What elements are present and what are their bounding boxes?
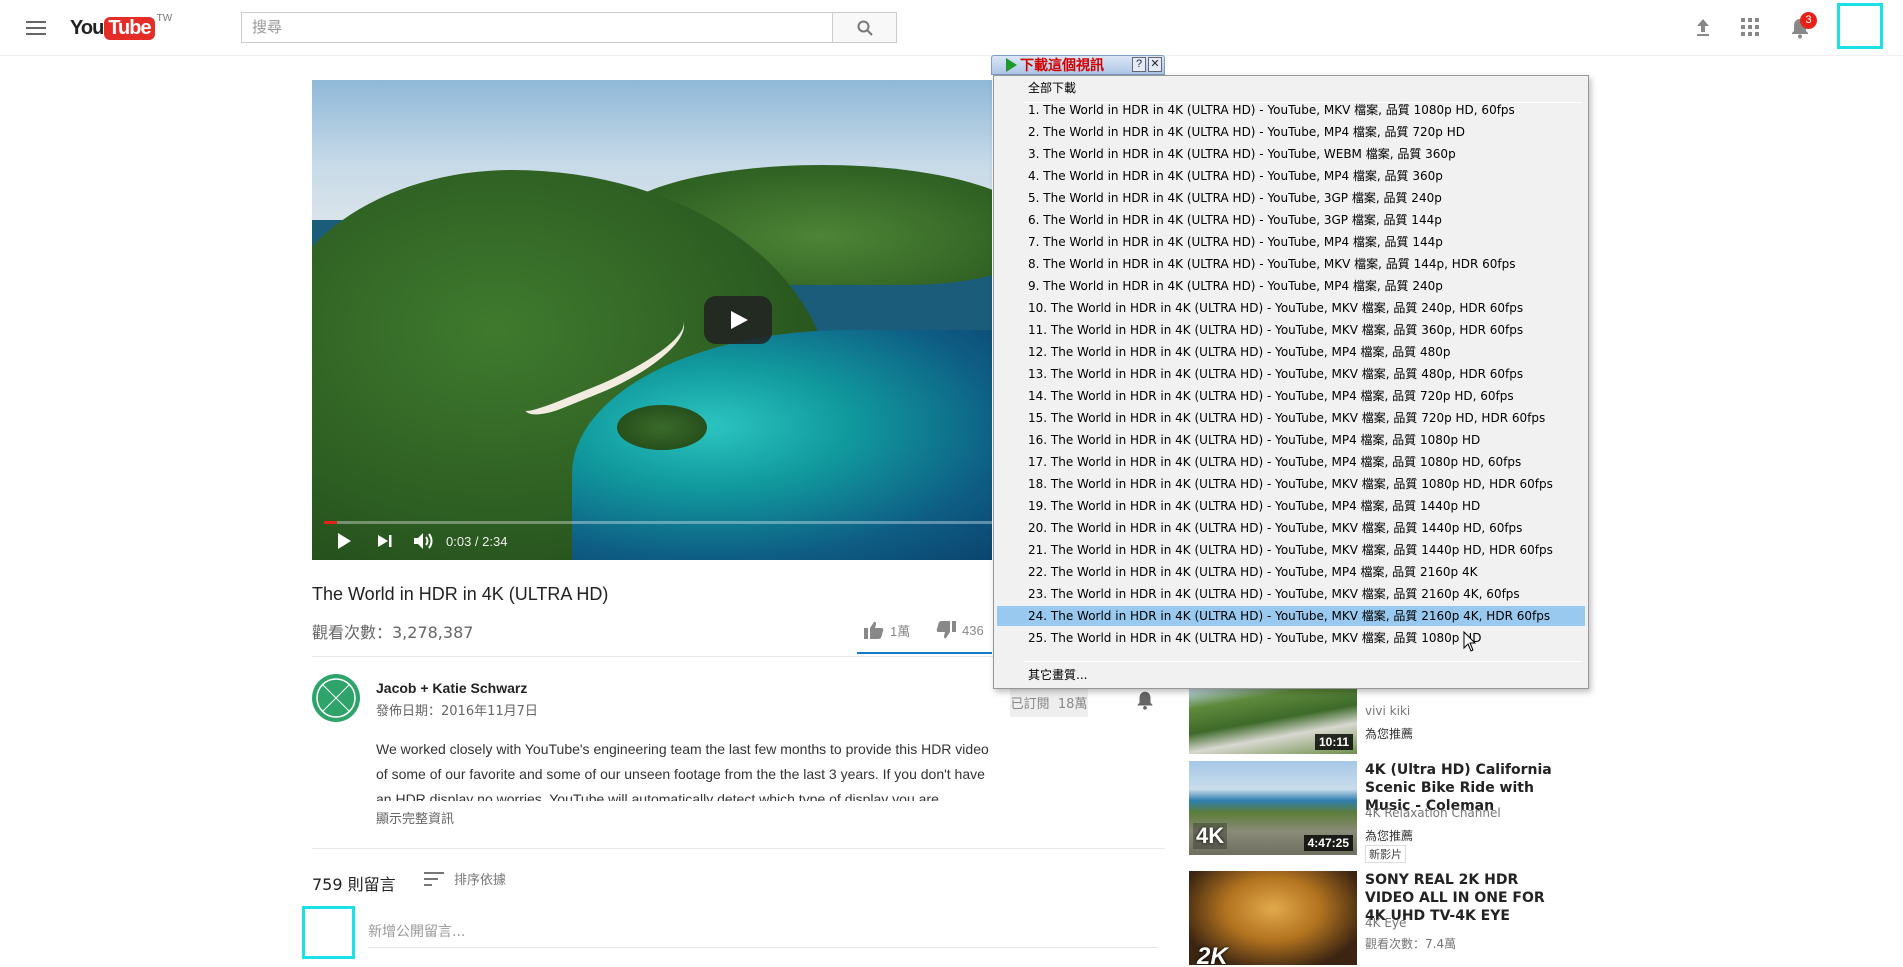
masthead: You Tube TW 搜尋 3 [0, 0, 1903, 56]
subscribed-button[interactable]: 已訂閱 18萬 [1010, 687, 1088, 717]
download-option-item[interactable]: 14. The World in HDR in 4K (ULTRA HD) - … [997, 386, 1585, 406]
thumbnail-2k-label: 2K [1197, 943, 1228, 965]
download-option-item[interactable]: 23. The World in HDR in 4K (ULTRA HD) - … [997, 584, 1585, 604]
logo-you: You [70, 16, 104, 39]
video-frame-islet [617, 405, 707, 450]
upload-icon[interactable] [1692, 16, 1714, 38]
thumbs-up-icon [864, 621, 884, 639]
download-option-item[interactable]: 3. The World in HDR in 4K (ULTRA HD) - Y… [997, 144, 1585, 164]
download-option-item[interactable]: 1. The World in HDR in 4K (ULTRA HD) - Y… [997, 100, 1585, 120]
view-count: 觀看次數：3,278,387 [312, 623, 474, 642]
download-option-item[interactable]: 5. The World in HDR in 4K (ULTRA HD) - Y… [997, 188, 1585, 208]
video-title: The World in HDR in 4K (ULTRA HD) [312, 584, 609, 604]
download-option-item[interactable]: 21. The World in HDR in 4K (ULTRA HD) - … [997, 540, 1585, 560]
channel-name: 4K Eye [1365, 916, 1407, 930]
download-option-item[interactable]: 9. The World in HDR in 4K (ULTRA HD) - Y… [997, 276, 1585, 296]
download-option-item[interactable]: 12. The World in HDR in 4K (ULTRA HD) - … [997, 342, 1585, 362]
download-option-item[interactable]: 20. The World in HDR in 4K (ULTRA HD) - … [997, 518, 1585, 538]
dislike-count: 436 [962, 622, 984, 638]
like-ratio-bar [857, 652, 992, 654]
video-description: We worked closely with YouTube's enginee… [376, 741, 989, 801]
sort-comments-button[interactable]: 排序依據 [424, 869, 506, 888]
thumbnail-4k-label: 4K [1193, 823, 1228, 849]
youtube-logo[interactable]: You Tube TW [70, 13, 173, 41]
download-option-item[interactable]: 7. The World in HDR in 4K (ULTRA HD) - Y… [997, 232, 1585, 252]
new-video-badge: 新影片 [1365, 845, 1406, 863]
progress-bar[interactable] [324, 521, 992, 524]
subscribed-label: 已訂閱 [1010, 696, 1050, 712]
comment-user-avatar [302, 906, 355, 959]
recommended-tag: 為您推薦 [1365, 727, 1414, 741]
subscription-bell-icon[interactable] [1134, 689, 1156, 711]
account-avatar[interactable] [1837, 3, 1883, 49]
like-count: 1萬 [890, 623, 911, 639]
download-all-item[interactable]: 全部下載 [997, 78, 1585, 98]
channel-name: 4K Relaxation Channel [1365, 806, 1501, 820]
volume-icon[interactable] [413, 532, 435, 550]
sidebar-video-item[interactable]: 2K SONY REAL 2K HDR VIDEO ALL IN ONE FOR… [1189, 871, 1549, 967]
download-tab-label: 下載這個視訊 [1020, 58, 1104, 74]
play-icon[interactable] [336, 532, 352, 550]
like-button[interactable]: 1萬 [864, 619, 910, 641]
time-display: 0:03 / 2:34 [446, 534, 508, 549]
video-thumbnail: 2K [1189, 871, 1357, 965]
download-option-item[interactable]: 17. The World in HDR in 4K (ULTRA HD) - … [997, 452, 1585, 472]
channel-avatar[interactable] [312, 674, 360, 722]
download-option-item[interactable]: 4. The World in HDR in 4K (ULTRA HD) - Y… [997, 166, 1585, 186]
thumbs-down-icon [936, 621, 956, 639]
download-option-item[interactable]: 19. The World in HDR in 4K (ULTRA HD) - … [997, 496, 1585, 516]
download-option-item[interactable]: 15. The World in HDR in 4K (ULTRA HD) - … [997, 408, 1585, 428]
view-count: 觀看次數：7.4萬 [1365, 937, 1457, 951]
divider [312, 848, 1165, 849]
search-input[interactable]: 搜尋 [241, 12, 833, 43]
sidebar-video-item[interactable]: 4K 4:47:25 4K (Ultra HD) California Scen… [1189, 761, 1552, 863]
close-button[interactable]: ✕ [1148, 57, 1162, 72]
video-player[interactable]: 0:03 / 2:34 [312, 80, 992, 560]
download-option-item[interactable]: 10. The World in HDR in 4K (ULTRA HD) - … [997, 298, 1585, 318]
notification-count-badge: 3 [1800, 12, 1817, 29]
logo-tube: Tube [104, 16, 155, 40]
logo-region: TW [156, 13, 173, 24]
search-button[interactable] [832, 12, 897, 43]
comment-input[interactable]: 新增公開留言... [368, 921, 1158, 948]
download-option-item[interactable]: 11. The World in HDR in 4K (ULTRA HD) - … [997, 320, 1585, 340]
download-option-item[interactable]: 18. The World in HDR in 4K (ULTRA HD) - … [997, 474, 1585, 494]
next-icon[interactable] [377, 534, 393, 548]
other-quality-item[interactable]: 其它畫質... [997, 665, 1585, 685]
video-duration: 10:11 [1314, 734, 1353, 750]
subscriber-count: 18萬 [1057, 696, 1088, 712]
sort-icon [424, 871, 444, 886]
channel-logo-icon [316, 678, 356, 718]
search-icon [857, 20, 873, 36]
download-option-item[interactable]: 6. The World in HDR in 4K (ULTRA HD) - Y… [997, 210, 1585, 230]
apps-icon[interactable] [1741, 18, 1759, 36]
sort-label: 排序依據 [454, 873, 507, 888]
channel-name[interactable]: Jacob + Katie Schwarz [376, 680, 527, 696]
play-arrow-icon [1006, 58, 1017, 72]
menu-icon[interactable] [24, 17, 48, 39]
publish-date: 發佈日期：2016年11月7日 [376, 704, 538, 719]
recommended-tag: 為您推薦 [1365, 829, 1414, 843]
show-more-link[interactable]: 顯示完整資訊 [376, 808, 454, 827]
download-option-item[interactable]: 8. The World in HDR in 4K (ULTRA HD) - Y… [997, 254, 1585, 274]
large-play-button[interactable] [704, 296, 772, 344]
download-option-item[interactable]: 24. The World in HDR in 4K (ULTRA HD) - … [997, 606, 1585, 626]
menu-separator [1024, 661, 1582, 662]
video-duration: 4:47:25 [1303, 835, 1353, 851]
download-option-item[interactable]: 13. The World in HDR in 4K (ULTRA HD) - … [997, 364, 1585, 384]
comment-count: 759 則留言 [312, 875, 396, 894]
dislike-button[interactable]: 436 [936, 619, 984, 641]
channel-name: vivi kiki [1365, 704, 1411, 718]
help-button[interactable]: ? [1132, 57, 1146, 72]
download-option-item[interactable]: 2. The World in HDR in 4K (ULTRA HD) - Y… [997, 122, 1585, 142]
download-option-item[interactable]: 22. The World in HDR in 4K (ULTRA HD) - … [997, 562, 1585, 582]
mouse-cursor-icon [1463, 631, 1477, 652]
progress-bar-filled [324, 521, 337, 524]
download-menu: 全部下載 1. The World in HDR in 4K (ULTRA HD… [993, 75, 1589, 689]
download-option-item[interactable]: 25. The World in HDR in 4K (ULTRA HD) - … [997, 628, 1585, 648]
download-option-item[interactable]: 16. The World in HDR in 4K (ULTRA HD) - … [997, 430, 1585, 450]
